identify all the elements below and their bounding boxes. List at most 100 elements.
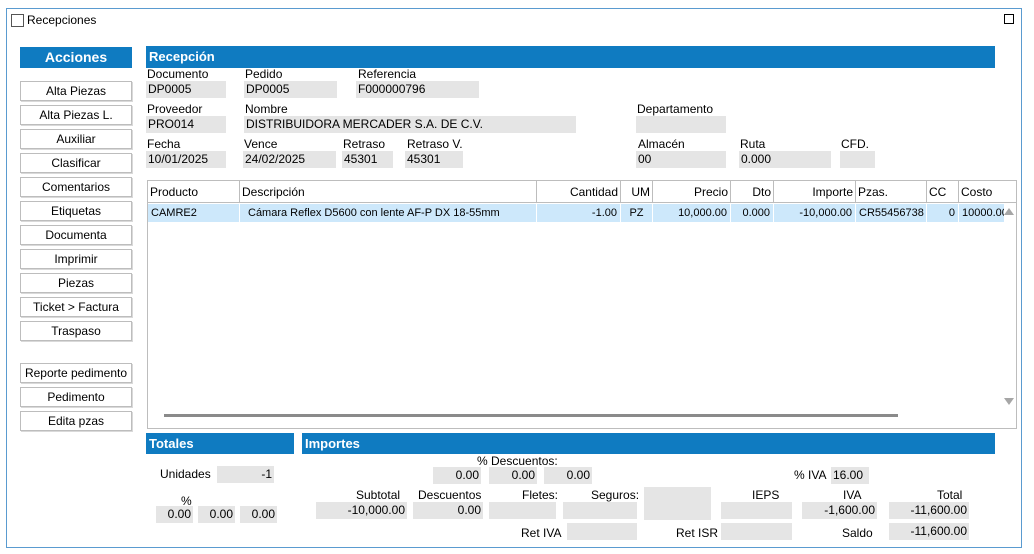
proveedor-field[interactable]: PRO014 <box>146 116 226 133</box>
retraso-v-field[interactable]: 45301 <box>405 151 463 168</box>
descuentos-label: Descuentos <box>418 488 482 502</box>
window-icon <box>11 14 24 27</box>
col-dto[interactable]: Dto <box>731 181 774 203</box>
col-importe[interactable]: Importe <box>774 181 856 203</box>
total-field[interactable]: -11,600.00 <box>889 502 969 519</box>
documento-field[interactable]: DP0005 <box>146 81 226 98</box>
acciones-header: Acciones <box>20 47 132 68</box>
cell-pzas: CR55456738 <box>856 204 927 222</box>
descuentos-field[interactable]: 0.00 <box>413 502 483 519</box>
iva-label: IVA <box>843 488 862 502</box>
col-descripcion[interactable]: Descripción <box>240 181 537 203</box>
imprimir-button[interactable]: Imprimir <box>20 249 132 269</box>
seguros-label: Seguros: <box>591 488 640 502</box>
descuento-pct-3[interactable]: 0.00 <box>544 467 592 484</box>
piezas-button[interactable]: Piezas <box>20 273 132 293</box>
alta-piezas-button[interactable]: Alta Piezas <box>20 81 132 101</box>
totales-header: Totales <box>146 433 294 454</box>
unidades-field[interactable]: -1 <box>217 466 274 483</box>
fletes-field[interactable] <box>489 502 556 519</box>
cell-importe: -10,000.00 <box>774 204 856 222</box>
descuentos-pct-label: % Descuentos: <box>477 454 558 468</box>
unidades-label: Unidades <box>160 467 211 481</box>
grid-header: Producto Descripción Cantidad UM Precio … <box>148 181 1016 203</box>
proveedor-label: Proveedor <box>147 102 203 116</box>
nombre-field[interactable]: DISTRIBUIDORA MERCADER S.A. DE C.V. <box>244 116 576 133</box>
scroll-up-icon[interactable] <box>1004 208 1014 215</box>
col-precio[interactable]: Precio <box>653 181 731 203</box>
ret-iva-field[interactable] <box>567 523 637 540</box>
pedimento-button[interactable]: Pedimento <box>20 387 132 407</box>
auxiliar-button[interactable]: Auxiliar <box>20 129 132 149</box>
detail-grid[interactable]: Producto Descripción Cantidad UM Precio … <box>147 180 1017 429</box>
ret-isr-field[interactable] <box>721 523 792 540</box>
referencia-field[interactable]: F000000796 <box>356 81 479 98</box>
iva-field[interactable]: -1,600.00 <box>802 502 877 519</box>
retraso-field[interactable]: 45301 <box>342 151 393 168</box>
recepciones-window: Recepciones Acciones Alta Piezas Alta Pi… <box>6 8 1022 548</box>
maximize-icon[interactable] <box>1004 14 1014 24</box>
vence-label: Vence <box>244 137 278 151</box>
total-label: Total <box>937 488 963 502</box>
vence-field[interactable]: 24/02/2025 <box>243 151 336 168</box>
pct-field-3[interactable]: 0.00 <box>240 506 277 523</box>
comentarios-button[interactable]: Comentarios <box>20 177 132 197</box>
subtotal-label: Subtotal <box>356 488 401 502</box>
subtotal-field[interactable]: -10,000.00 <box>316 502 407 519</box>
documento-label: Documento <box>147 67 209 81</box>
ret-isr-label: Ret ISR <box>676 526 719 540</box>
grid-vertical-scrollbar[interactable] <box>1002 204 1016 409</box>
table-row[interactable]: CAMRE2 Cámara Reflex D5600 con lente AF-… <box>148 204 1004 222</box>
pedido-field[interactable]: DP0005 <box>244 81 337 98</box>
saldo-label: Saldo <box>842 526 873 540</box>
retraso-label: Retraso <box>343 137 386 151</box>
ieps-label: IEPS <box>752 488 780 502</box>
documenta-button[interactable]: Documenta <box>20 225 132 245</box>
scroll-down-icon[interactable] <box>1004 398 1014 405</box>
edita-pzas-button[interactable]: Edita pzas <box>20 411 132 431</box>
almacen-field[interactable]: 00 <box>636 151 726 168</box>
col-cc[interactable]: CC <box>927 181 959 203</box>
fletes-label: Fletes: <box>522 488 559 502</box>
nombre-label: Nombre <box>245 102 288 116</box>
col-producto[interactable]: Producto <box>148 181 240 203</box>
alta-piezas-l-button[interactable]: Alta Piezas L. <box>20 105 132 125</box>
ruta-label: Ruta <box>740 137 766 151</box>
fecha-field[interactable]: 10/01/2025 <box>146 151 226 168</box>
seguros-extra-field[interactable] <box>644 487 711 520</box>
referencia-label: Referencia <box>358 67 417 81</box>
fecha-label: Fecha <box>147 137 181 151</box>
col-costo[interactable]: Costo <box>959 181 1016 203</box>
pedido-label: Pedido <box>245 67 283 81</box>
recepcion-header: Recepción <box>146 46 995 68</box>
pct-field-1[interactable]: 0.00 <box>156 506 193 523</box>
grid-horizontal-scrollbar[interactable] <box>164 414 898 417</box>
col-pzas[interactable]: Pzas. <box>856 181 927 203</box>
saldo-field[interactable]: -11,600.00 <box>889 523 969 540</box>
iva-pct-field[interactable]: 16.00 <box>831 467 869 484</box>
cell-precio: 10,000.00 <box>653 204 731 222</box>
descuento-pct-2[interactable]: 0.00 <box>489 467 537 484</box>
ticket-factura-button[interactable]: Ticket > Factura <box>20 297 132 317</box>
almacen-label: Almacén <box>638 137 685 151</box>
ruta-field[interactable]: 0.000 <box>739 151 831 168</box>
ieps-field[interactable] <box>721 502 792 519</box>
departamento-field[interactable] <box>636 116 726 133</box>
descuento-pct-1[interactable]: 0.00 <box>433 467 481 484</box>
traspaso-button[interactable]: Traspaso <box>20 321 132 341</box>
retraso-v-label: Retraso V. <box>407 137 463 151</box>
col-um[interactable]: UM <box>621 181 653 203</box>
cfd-field[interactable] <box>840 151 875 168</box>
window-title: Recepciones <box>27 13 97 27</box>
seguros-field[interactable] <box>563 502 637 519</box>
cell-costo: 10000.00 <box>962 207 1004 219</box>
cell-producto: CAMRE2 <box>148 204 240 222</box>
cell-cantidad: -1.00 <box>537 204 621 222</box>
pct-field-2[interactable]: 0.00 <box>198 506 235 523</box>
reporte-pedimento-button[interactable]: Reporte pedimento <box>20 363 132 383</box>
ret-iva-label: Ret IVA <box>521 526 562 540</box>
clasificar-button[interactable]: Clasificar <box>20 153 132 173</box>
col-cantidad[interactable]: Cantidad <box>537 181 621 203</box>
cell-cc: 0 <box>927 204 959 222</box>
etiquetas-button[interactable]: Etiquetas <box>20 201 132 221</box>
